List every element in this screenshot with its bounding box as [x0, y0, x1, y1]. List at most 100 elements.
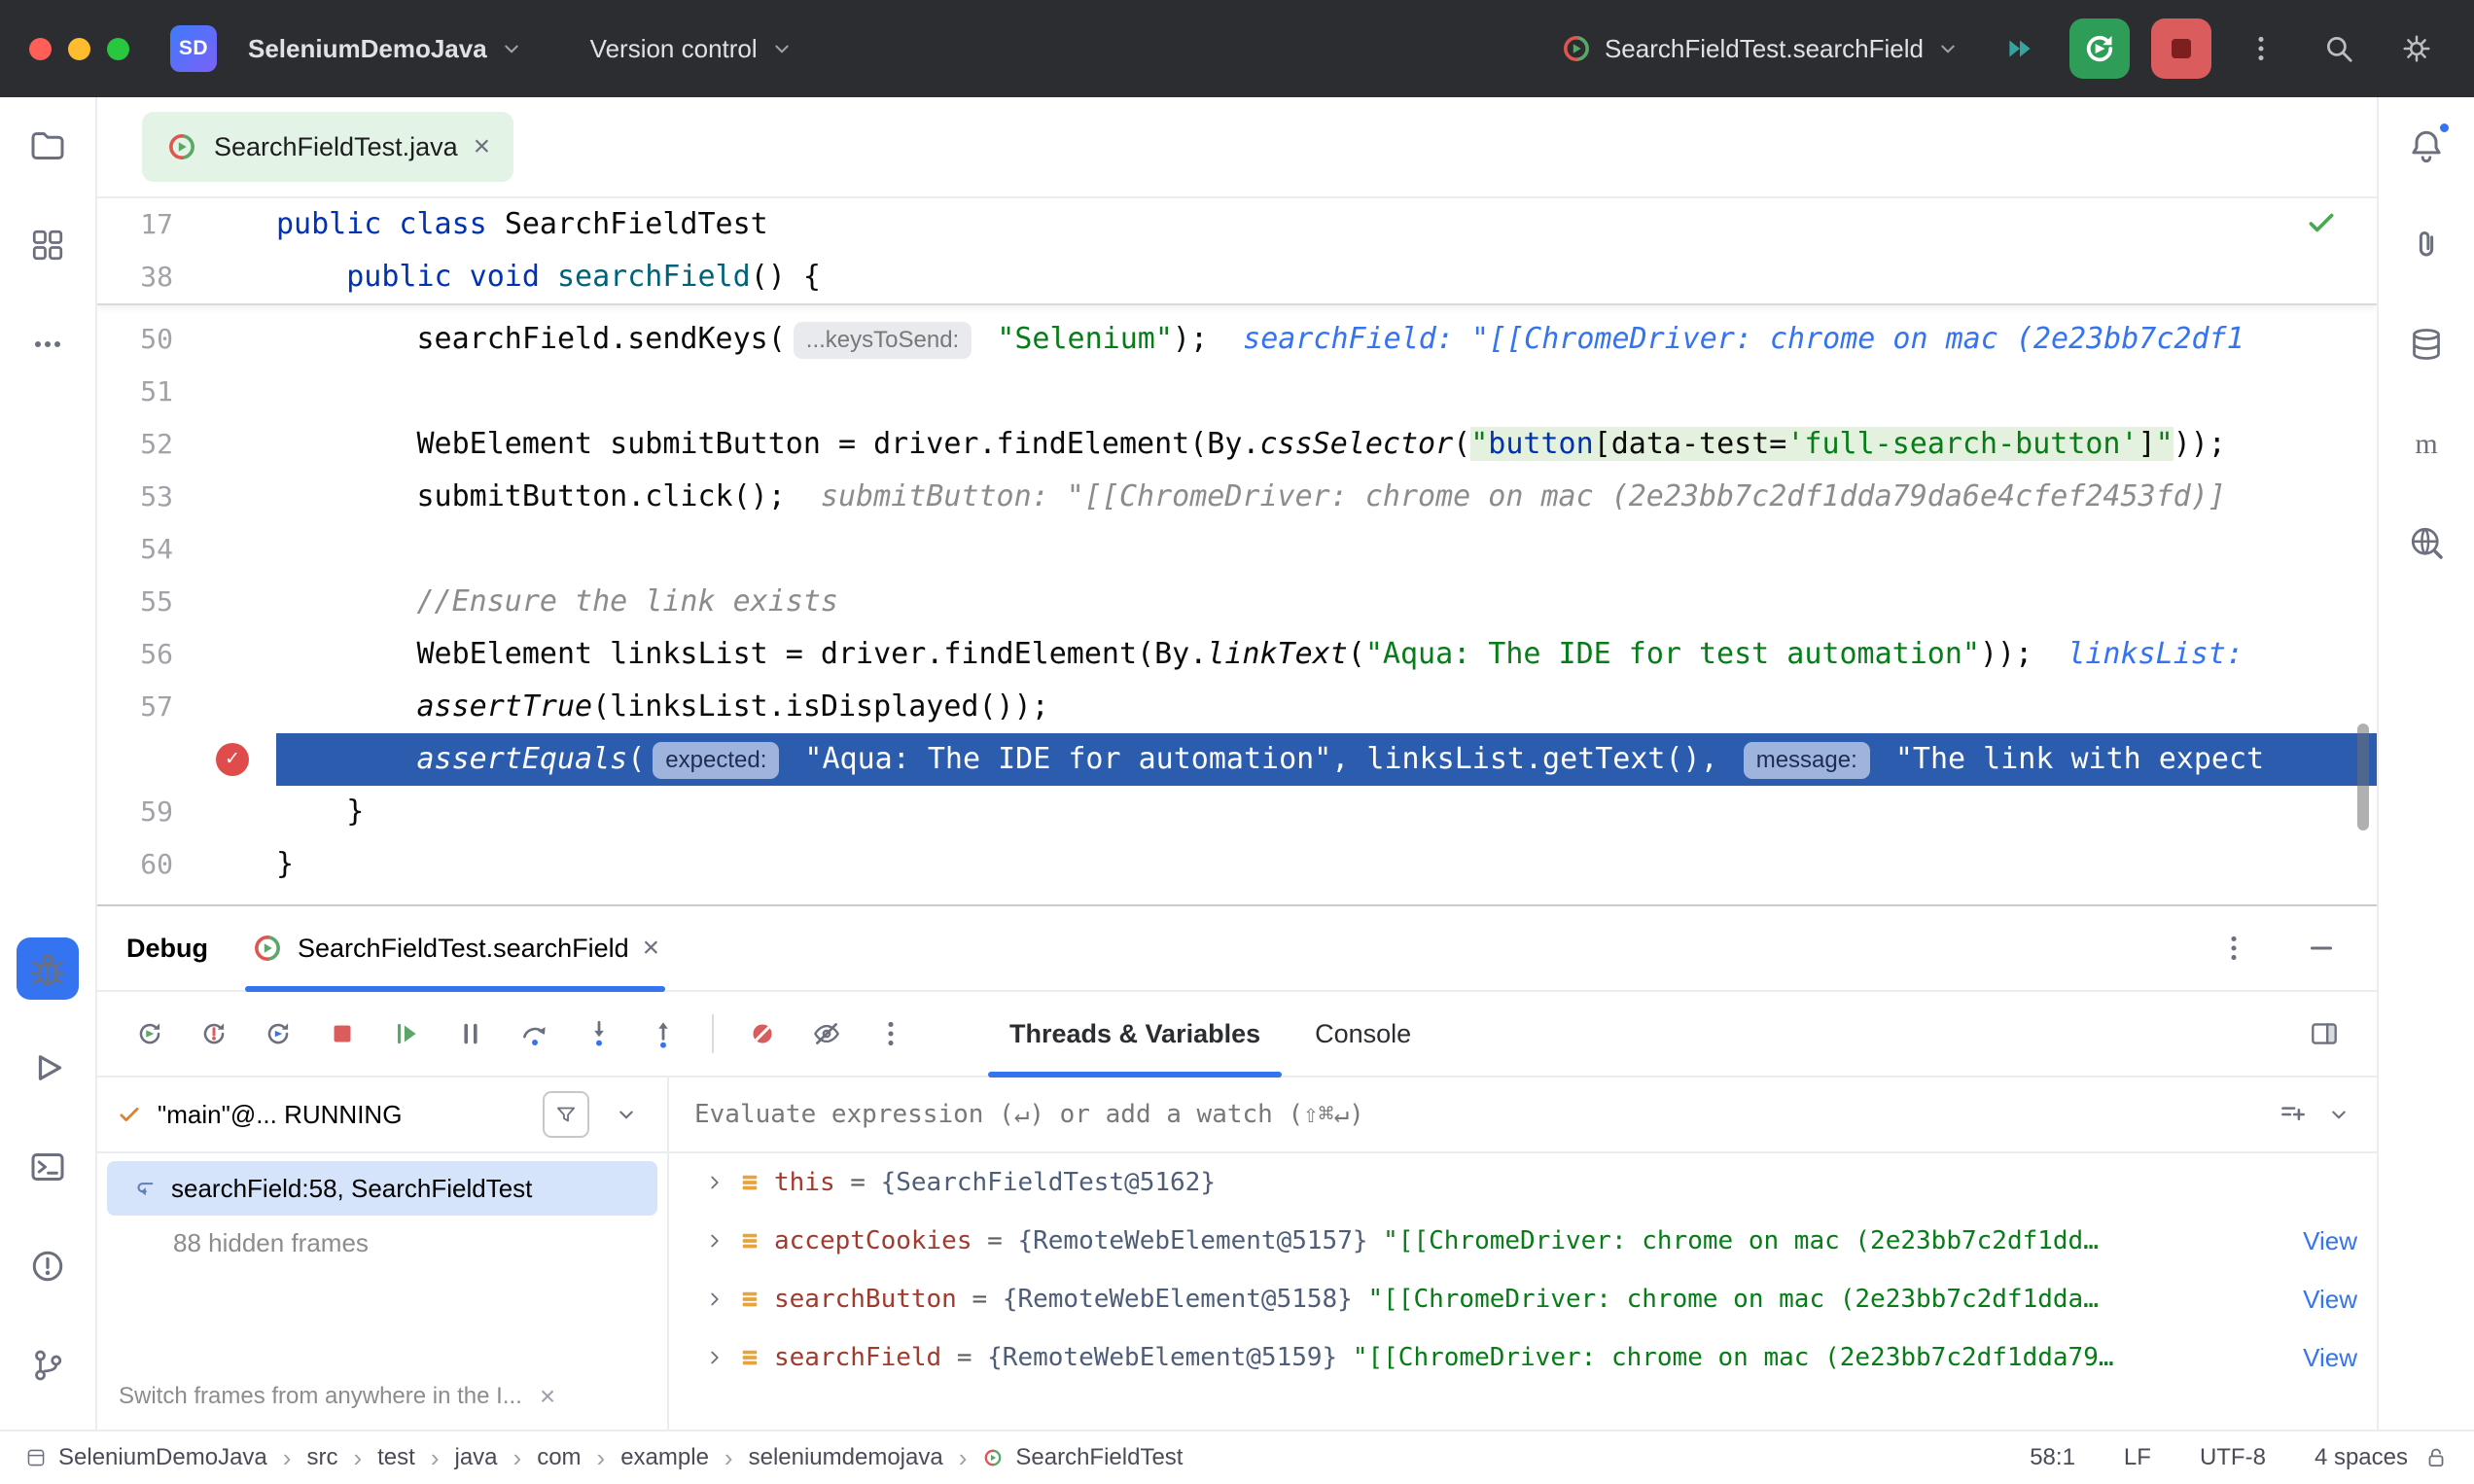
code-editor[interactable]: 17public class SearchFieldTest38 public … — [97, 198, 2377, 904]
tool-stripe-run-button[interactable] — [17, 1037, 79, 1099]
stop-button[interactable] — [315, 1007, 370, 1061]
breadcrumb-item[interactable]: test — [377, 1444, 415, 1471]
tool-stripe-bell-button[interactable] — [2395, 115, 2457, 177]
status-widget[interactable]: LF — [2124, 1444, 2151, 1471]
tool-stripe-folder-button[interactable] — [17, 115, 79, 177]
breadcrumb-item[interactable]: com — [537, 1444, 581, 1471]
code-line[interactable]: 55 //Ensure the link exists — [97, 576, 2377, 628]
evaluate-expression-input[interactable]: Evaluate expression (↵) or add a watch (… — [669, 1078, 2377, 1153]
tool-stripe-terminal-button[interactable] — [17, 1136, 79, 1198]
tool-stripe-ai-button[interactable] — [2395, 214, 2457, 276]
rerun-failed-button[interactable] — [187, 1007, 241, 1061]
thread-selector[interactable]: "main"@... RUNNING — [97, 1078, 667, 1153]
code-line[interactable]: 57 assertTrue(linksList.isDisplayed()); — [97, 681, 2377, 733]
tool-stripe-structure-button[interactable] — [17, 214, 79, 276]
lock-icon[interactable] — [2423, 1445, 2449, 1470]
kebab-button[interactable] — [864, 1007, 918, 1061]
gutter[interactable]: 38 — [97, 251, 276, 303]
breadcrumb-item[interactable]: example — [620, 1444, 709, 1471]
hide-panel-button[interactable] — [2295, 922, 2348, 974]
tool-stripe-database-button[interactable] — [2395, 313, 2457, 375]
gutter[interactable]: 55 — [97, 576, 276, 628]
tool-stripe-maven-button[interactable]: m — [2395, 412, 2457, 475]
tool-stripe-problems-button[interactable] — [17, 1235, 79, 1297]
resume-button[interactable] — [379, 1007, 434, 1061]
variable-row[interactable]: searchButton = {RemoteWebElement@5158} "… — [669, 1270, 2377, 1328]
mute-breakpoints-button[interactable] — [735, 1007, 790, 1061]
debug-session-tab[interactable]: SearchFieldTest.searchField × — [243, 906, 667, 990]
gutter[interactable]: 52 — [97, 418, 276, 471]
chevron-right-icon[interactable] — [704, 1230, 725, 1252]
chevron-right-icon[interactable] — [704, 1347, 725, 1368]
view-value-link[interactable]: View — [2303, 1285, 2357, 1315]
view-value-link[interactable]: View — [2303, 1226, 2357, 1256]
variable-row[interactable]: searchField = {RemoteWebElement@5159} "[… — [669, 1328, 2377, 1387]
filter-frames-button[interactable] — [543, 1091, 589, 1138]
variable-row[interactable]: acceptCookies = {RemoteWebElement@5157} … — [669, 1212, 2377, 1270]
tool-stripe-branch-button[interactable] — [17, 1334, 79, 1396]
code-line[interactable]: 50 searchField.sendKeys(...keysToSend: "… — [97, 313, 2377, 366]
close-session-icon[interactable]: × — [643, 932, 660, 965]
rerun-debug-button[interactable] — [2069, 18, 2130, 79]
close-tab-icon[interactable]: × — [474, 132, 491, 161]
code-line[interactable]: 59 } — [97, 786, 2377, 838]
minimize-window-button[interactable] — [68, 38, 90, 60]
chevron-right-icon[interactable] — [704, 1172, 725, 1193]
gutter[interactable]: ✓ — [97, 733, 276, 786]
stack-frame-row[interactable]: searchField:58, SearchFieldTest — [107, 1161, 657, 1216]
tool-stripe-globe-button[interactable] — [2395, 512, 2457, 574]
editor-tab[interactable]: SearchFieldTest.java × — [142, 112, 513, 182]
zoom-window-button[interactable] — [107, 38, 129, 60]
code-line[interactable]: 56 WebElement linksList = driver.findEle… — [97, 628, 2377, 681]
hidden-frames-label[interactable]: 88 hidden frames — [97, 1216, 667, 1270]
profile-run-button[interactable] — [1992, 20, 2048, 77]
debug-tab-console[interactable]: Console — [1288, 992, 1438, 1076]
vcs-menu[interactable]: Version control — [581, 24, 804, 74]
tool-stripe-more-button[interactable] — [17, 313, 79, 375]
close-window-button[interactable] — [29, 38, 52, 60]
breadcrumb-item[interactable]: src — [306, 1444, 337, 1471]
code-line[interactable]: 53 submitButton.click(); submitButton: "… — [97, 471, 2377, 523]
code-line[interactable]: 51 — [97, 366, 2377, 418]
gutter[interactable]: 17 — [97, 198, 276, 251]
code-line[interactable]: 60} — [97, 838, 2377, 891]
code-line[interactable]: 52 WebElement submitButton = driver.find… — [97, 418, 2377, 471]
chevron-down-icon[interactable] — [2326, 1102, 2351, 1127]
dismiss-hint-icon[interactable]: × — [540, 1381, 555, 1412]
add-watch-icon[interactable] — [2276, 1098, 2309, 1131]
settings-button[interactable] — [2388, 20, 2445, 77]
breadcrumb-item[interactable]: SeleniumDemoJava — [25, 1444, 267, 1471]
project-menu[interactable]: SeleniumDemoJava — [238, 24, 534, 74]
status-widget[interactable]: 4 spaces — [2315, 1444, 2408, 1471]
debug-options-button[interactable] — [2208, 922, 2260, 974]
code-line[interactable]: 17public class SearchFieldTest — [97, 198, 2377, 251]
tool-stripe-debug-button[interactable] — [17, 937, 79, 1000]
chevron-right-icon[interactable] — [704, 1289, 725, 1310]
inspections-ok-icon[interactable] — [2305, 206, 2338, 239]
thread-dropdown-button[interactable] — [605, 1093, 648, 1136]
search-everywhere-button[interactable] — [2311, 20, 2367, 77]
hide-button[interactable] — [799, 1007, 854, 1061]
code-line[interactable]: 38 public void searchField() { — [97, 251, 2377, 303]
step-out-button[interactable] — [636, 1007, 690, 1061]
code-line[interactable]: 54 — [97, 523, 2377, 576]
rerun-button[interactable] — [123, 1007, 177, 1061]
breakpoint-icon[interactable]: ✓ — [216, 743, 249, 776]
view-value-link[interactable]: View — [2303, 1343, 2357, 1373]
gutter[interactable]: 57 — [97, 681, 276, 733]
gutter[interactable]: 51 — [97, 366, 276, 418]
code-line[interactable]: ✓ assertEquals(expected: "Aqua: The IDE … — [97, 733, 2377, 786]
gutter[interactable]: 50 — [97, 313, 276, 366]
step-over-button[interactable] — [508, 1007, 562, 1061]
gutter[interactable]: 54 — [97, 523, 276, 576]
debug-tab-threads-variables[interactable]: Threads & Variables — [982, 992, 1288, 1076]
status-widget[interactable]: UTF-8 — [2200, 1444, 2266, 1471]
pause-button[interactable] — [443, 1007, 498, 1061]
status-widget[interactable]: 58:1 — [2030, 1444, 2075, 1471]
gutter[interactable]: 53 — [97, 471, 276, 523]
breadcrumb-item[interactable]: SearchFieldTest — [982, 1444, 1183, 1471]
restart-button[interactable] — [251, 1007, 305, 1061]
gutter[interactable]: 56 — [97, 628, 276, 681]
layout-settings-button[interactable] — [2297, 1007, 2351, 1061]
breadcrumb-item[interactable]: java — [454, 1444, 497, 1471]
